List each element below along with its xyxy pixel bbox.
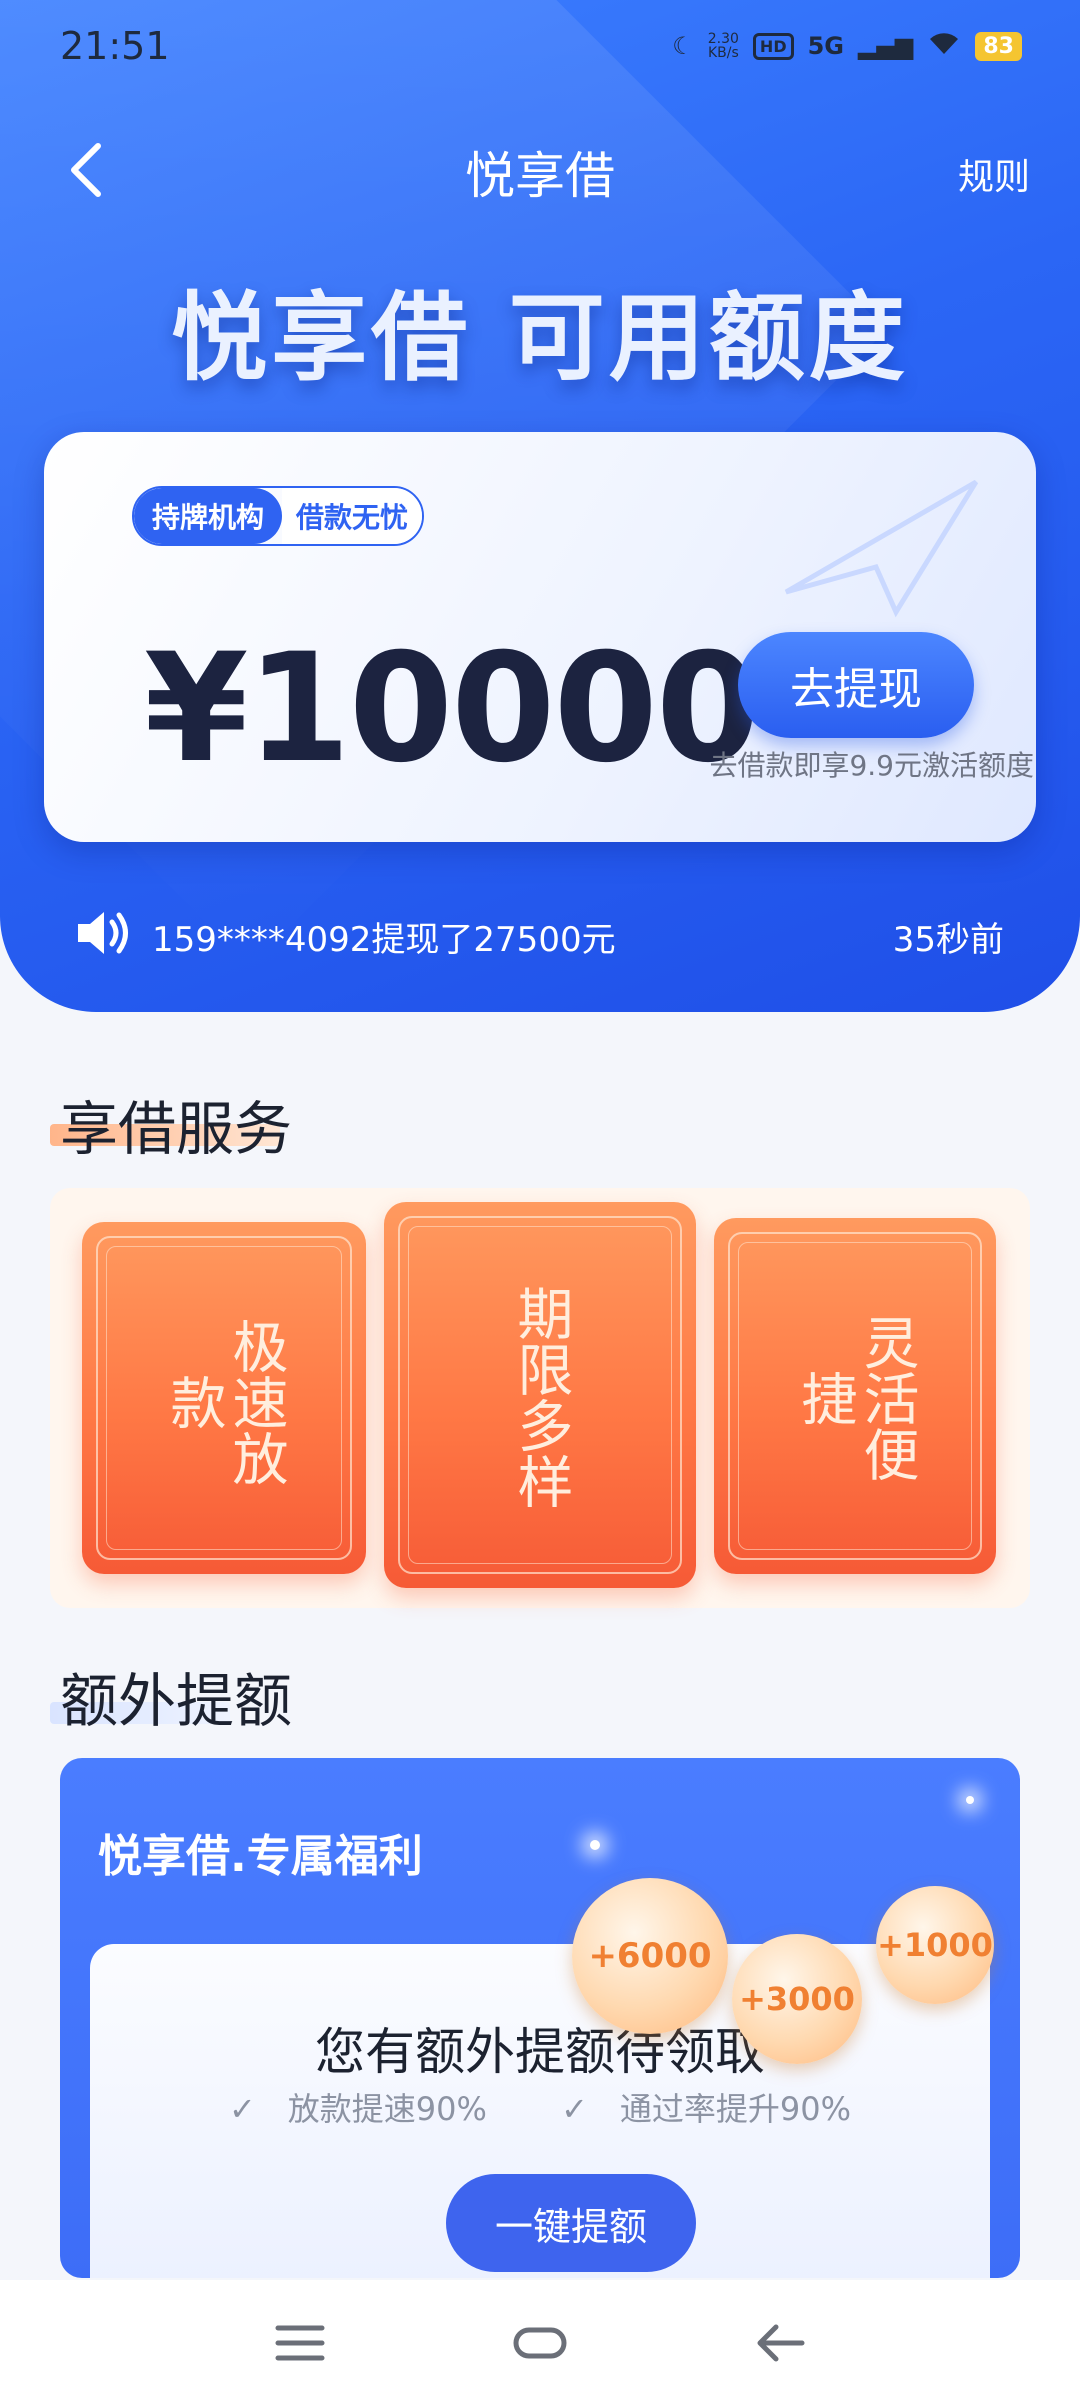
bonus-bubble: +6000 — [572, 1878, 728, 2034]
withdraw-ticker: 159****4092提现了27500元 35秒前 — [74, 904, 1004, 960]
benefit-text: 通过率提升90% — [619, 2090, 852, 2128]
network-type: 5G — [807, 32, 844, 60]
back-nav-icon[interactable] — [750, 2318, 810, 2368]
service-label: 期限多样 — [508, 1285, 573, 1509]
promo-text: 去借款即享9.9元激活额度 — [709, 749, 1034, 782]
benefit-item: ✓ 放款提速90% — [213, 2090, 503, 2128]
ticker-time: 35秒前 — [892, 920, 1004, 960]
battery-icon: 83 — [975, 31, 1022, 61]
badge-group: 持牌机构 借款无忧 — [132, 486, 425, 546]
service-label: 灵活便捷 — [792, 1314, 919, 1482]
extra-title: 额外提额 — [60, 1667, 293, 1735]
network-speed: 2.30 KB/s — [708, 32, 739, 60]
wifi-icon — [927, 30, 961, 62]
worry-free-badge: 借款无忧 — [282, 488, 423, 544]
withdraw-button[interactable]: 去提现 — [738, 632, 974, 738]
sparkle-icon — [966, 1796, 974, 1804]
rules-link[interactable]: 规则 — [958, 148, 1030, 200]
home-icon[interactable] — [510, 2318, 570, 2368]
paper-plane-icon — [784, 479, 979, 618]
benefit-text: 放款提速90% — [287, 2090, 487, 2128]
page-title: 悦享借 — [465, 147, 615, 205]
bonus-bubble: +3000 — [732, 1934, 862, 2064]
system-nav-bar — [0, 2280, 1080, 2404]
speaker-icon — [78, 912, 128, 954]
check-icon: ✓ — [561, 2090, 588, 2128]
hero-banner: 21:51 ☾ 2.30 KB/s HD 5G ▂▄▆ 83 悦享借 规则 悦享… — [0, 0, 1080, 1012]
benefit-list: ✓ 放款提速90% ✓ 通过率提升90% — [90, 2084, 990, 2130]
benefit-item: ✓ 通过率提升90% — [545, 2090, 867, 2128]
services-title: 享借服务 — [60, 1095, 293, 1163]
licensed-badge: 持牌机构 — [134, 488, 283, 544]
status-bar: 21:51 ☾ 2.30 KB/s HD 5G ▂▄▆ 83 — [0, 0, 1080, 90]
ticker-message: 159****4092提现了27500元 — [152, 920, 616, 960]
signal-icon: ▂▄▆ — [858, 32, 914, 60]
boost-button[interactable]: 一键提额 — [446, 2174, 696, 2272]
hd-icon: HD — [752, 32, 794, 60]
services-panel: 极速放款 期限多样 灵活便捷 — [50, 1188, 1030, 1608]
extra-banner: 悦享借.专属福利 您有额外提额待领取 ✓ 放款提速90% ✓ 通过率提升90% 一键… — [60, 1758, 1020, 2278]
speed-unit: KB/s — [707, 45, 739, 61]
service-card-flexible[interactable]: 灵活便捷 — [714, 1218, 996, 1574]
sparkle-icon — [590, 1840, 600, 1850]
hero-headline: 悦享借 可用额度 — [171, 282, 909, 394]
bonus-bubble: +1000 — [876, 1886, 994, 2004]
credit-card: 持牌机构 借款无忧 ¥10000 去提现 去借款即享9.9元激活额度 — [44, 432, 1036, 842]
moon-icon: ☾ — [672, 32, 694, 60]
service-card-term[interactable]: 期限多样 — [384, 1202, 696, 1588]
check-icon: ✓ — [228, 2090, 256, 2128]
banner-title: 悦享借.专属福利 — [98, 1831, 423, 1882]
status-icons: ☾ 2.30 KB/s HD 5G ▂▄▆ 83 — [672, 30, 1022, 62]
service-label: 极速放款 — [161, 1318, 288, 1486]
status-time: 21:51 — [60, 24, 170, 68]
menu-icon[interactable] — [270, 2318, 330, 2368]
service-card-fast[interactable]: 极速放款 — [82, 1222, 366, 1574]
